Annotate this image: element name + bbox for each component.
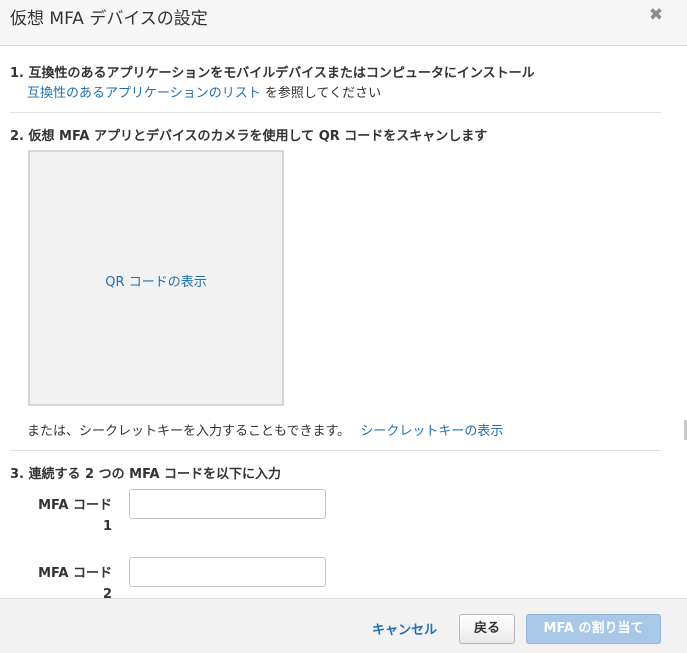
assign-mfa-button[interactable]: MFA の割り当て <box>526 614 661 644</box>
mfa-setup-dialog: 仮想 MFA デバイスの設定 ✖ 1. 互換性のあるアプリケーションをモバイルデ… <box>0 0 687 653</box>
close-icon[interactable]: ✖ <box>646 5 666 25</box>
mfa-code-2-input[interactable] <box>129 557 326 587</box>
dialog-title: 仮想 MFA デバイスの設定 <box>10 9 208 29</box>
dialog-footer: キャンセル 戻る MFA の割り当て <box>0 598 687 653</box>
dialog-body: 1. 互換性のあるアプリケーションをモバイルデバイスまたはコンピュータにインスト… <box>0 46 687 598</box>
back-button[interactable]: 戻る <box>459 614 515 644</box>
dialog-header: 仮想 MFA デバイスの設定 ✖ <box>0 0 687 46</box>
step2-title: 2. 仮想 MFA アプリとデバイスのカメラを使用して QR コードをスキャンし… <box>10 129 488 144</box>
mfa-code-1-label: MFA コード 1 <box>30 495 112 537</box>
mfa-code-1-label-number: 1 <box>102 519 112 534</box>
compatible-apps-link[interactable]: 互換性のあるアプリケーションのリスト <box>27 86 261 101</box>
step1-title: 1. 互換性のあるアプリケーションをモバイルデバイスまたはコンピュータにインスト… <box>10 66 535 81</box>
step3-title: 3. 連続する 2 つの MFA コードを以下に入力 <box>10 467 282 482</box>
mfa-code-1-label-text: MFA コード <box>38 498 112 513</box>
mfa-code-1-input[interactable] <box>129 489 326 519</box>
step1-suffix: を参照してください <box>260 86 382 101</box>
mfa-code-2-label-text: MFA コード <box>38 566 112 581</box>
show-secret-key-link[interactable]: シークレットキーの表示 <box>360 424 503 439</box>
divider <box>10 450 661 451</box>
secret-key-alt-text: または、シークレットキーを入力することもできます。 <box>27 424 351 439</box>
secret-key-line: または、シークレットキーを入力することもできます。 シークレットキーの表示 <box>27 420 503 439</box>
cancel-button[interactable]: キャンセル <box>372 619 437 638</box>
divider <box>10 112 661 113</box>
show-qr-code-link[interactable]: QR コードの表示 <box>30 271 282 290</box>
qr-code-area: QR コードの表示 <box>28 150 284 406</box>
mfa-code-2-label-number: 2 <box>102 587 112 598</box>
step1-line: 互換性のあるアプリケーションのリスト を参照してください <box>27 82 381 101</box>
mfa-code-2-label: MFA コード 2 <box>30 563 112 598</box>
